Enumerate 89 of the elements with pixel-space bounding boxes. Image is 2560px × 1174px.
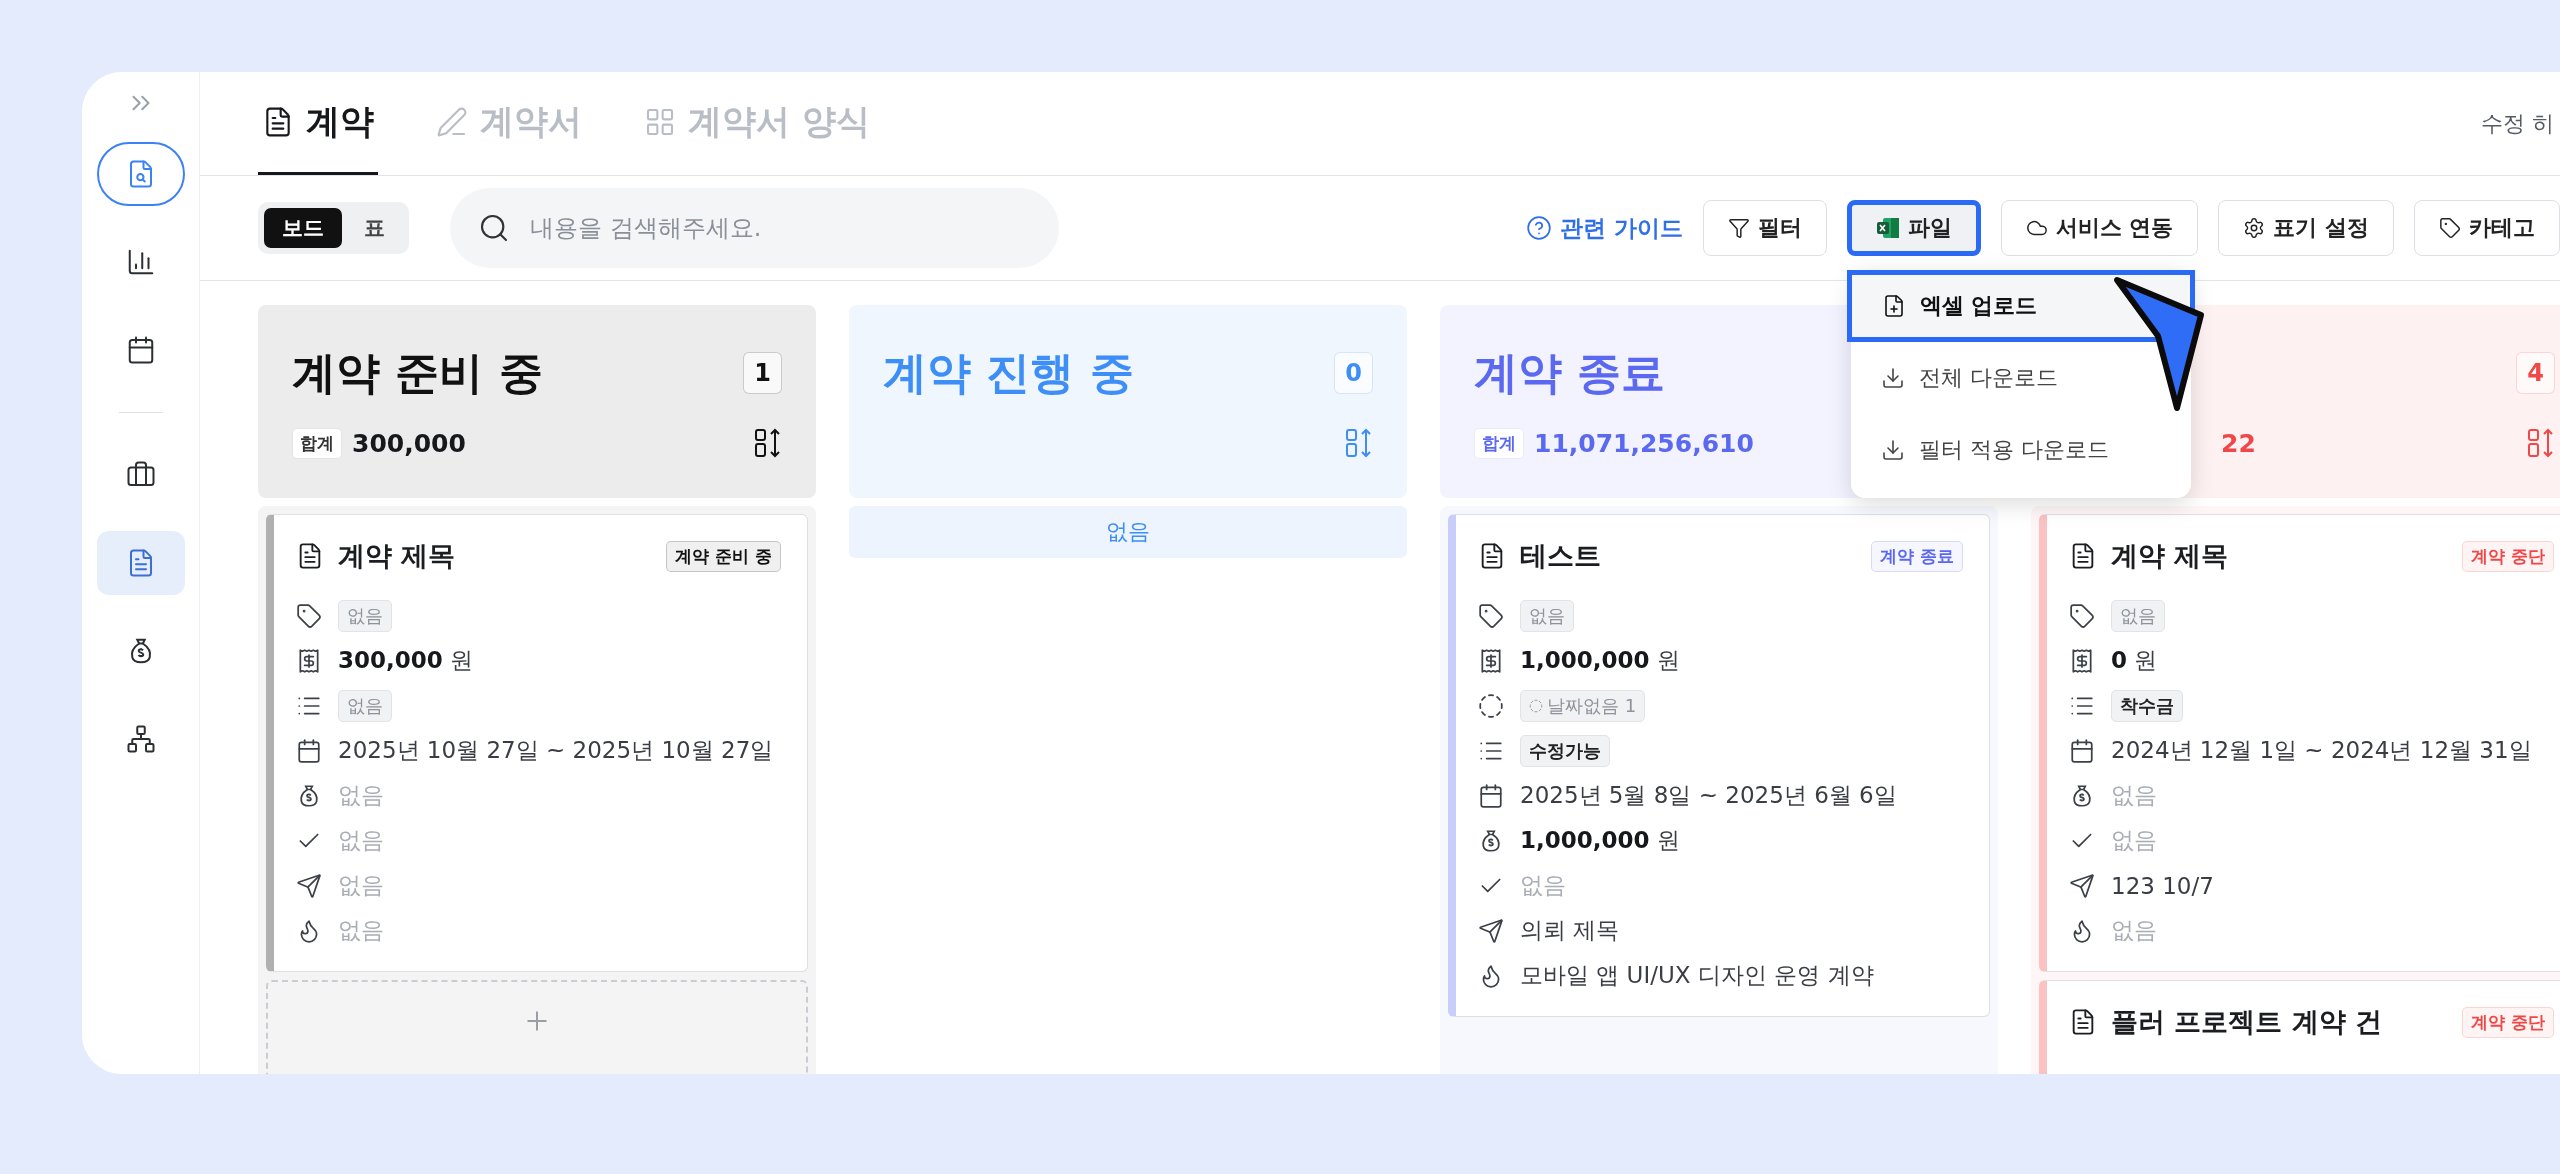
empty-column-note: 없음 [849,506,1407,558]
field-value: 300,000 원 [338,646,474,675]
column-title: 계약 준비 중 [292,345,543,400]
card-title: 플러 프로젝트 계약 건 [2111,1005,2383,1039]
field-value: 2025년 5월 8일 ~ 2025년 6월 6일 [1520,781,1897,810]
edit-history-link[interactable]: 수정 히 [2481,108,2560,139]
field-value: 없음 [2111,826,2157,855]
menu-item[interactable]: 전체 다운로드 [1850,342,2191,414]
contract-card[interactable]: 계약 제목 계약 중단 없음 0 원 착수금 2024년 12월 1일 ~ 2024년 12월 31일 없음 없음 123 10/7 없음 [2039,514,2560,972]
search-field[interactable]: 내용을 검색해주세요. [528,213,1031,243]
search-icon [478,212,510,244]
field-value: 없음 [1520,871,1566,900]
receipt-icon [1478,647,1504,674]
count-badge: 0 [1334,352,1373,394]
toolbar-button[interactable]: 필터 [1702,200,1827,256]
sum-label: 합계 [1474,427,1524,459]
view-option[interactable]: 표 [346,208,403,248]
field-value: 1,000,000 원 [1520,826,1680,855]
field-value: 없음 [338,826,384,855]
view-option[interactable]: 보드 [264,208,342,248]
receipt-icon [296,647,322,674]
status-tag: 계약 중단 [2462,1006,2554,1038]
contract-card[interactable]: 플러 프로젝트 계약 건 계약 중단 [2039,980,2560,1074]
count-badge: 4 [2516,352,2555,394]
calendar-icon [1478,782,1504,809]
menu-item[interactable]: 필터 적용 다운로드 [1850,414,2191,486]
layout-icon [644,106,676,138]
card-title: 테스트 [1520,539,1601,573]
send-icon [2069,872,2095,899]
field-value: 모바일 앱 UI/UX 디자인 운영 계약 [1520,961,1874,990]
field-value: 없음 [338,781,384,810]
dashed-circle-icon [1529,698,1543,713]
field-value: 123 10/7 [2111,872,2214,899]
send-icon [296,872,322,899]
network-icon [125,724,156,754]
value-chip: 날짜없음 1 [1520,689,1646,722]
field-value: 없음 [338,916,384,945]
menu-item[interactable]: 엑셀 업로드 [1846,270,2195,342]
guide-link[interactable]: 관련 가이드 [1525,212,1683,244]
tab[interactable]: 계약 [258,72,378,175]
sum-amount: 300,000 [352,428,466,458]
download-icon [1880,366,1905,390]
status-tag: 계약 종료 [1871,540,1963,572]
value-chip: 없음 [2111,599,2165,632]
calendar-icon [296,737,322,764]
status-tag: 계약 준비 중 [666,540,781,572]
calendar-icon [2069,737,2095,764]
field-value: 2025년 10월 27일 ~ 2025년 10월 27일 [338,736,774,765]
dashed-circle-icon [1478,692,1504,719]
card-title: 계약 제목 [2111,539,2229,573]
card-title: 계약 제목 [338,539,456,573]
column-title: 계약 종료 [1474,345,1666,400]
settings-icon [2243,217,2266,239]
value-chip: 없음 [1520,599,1574,632]
send-icon [1478,917,1504,944]
field-value: 없음 [2111,916,2157,945]
download-icon [1880,438,1905,462]
receipt-icon [2069,647,2095,674]
value-chip: 없음 [338,689,392,722]
field-value: 의뢰 제목 [1520,916,1620,945]
help-icon [1525,215,1552,241]
filter-icon [1727,217,1750,239]
status-tag: 계약 중단 [2462,540,2554,572]
sum-amount: 22 [2221,428,2256,458]
value-chip: 착수금 [2111,689,2183,722]
sum-amount: 11,071,256,610 [1534,428,1754,458]
toolbar-button[interactable]: 표기 설정 [2218,200,2394,256]
value-chip: 없음 [338,599,392,632]
field-value: 2024년 12월 1일 ~ 2024년 12월 31일 [2111,736,2532,765]
field-value: 없음 [2111,781,2157,810]
tag-icon [1478,602,1504,629]
count-badge: 1 [743,352,782,394]
sum-label: 합계 [292,427,342,459]
toolbar-button[interactable]: 파일 [1846,200,1981,256]
field-value: 없음 [338,871,384,900]
contract-card[interactable]: 테스트 계약 종료 없음 1,000,000 원 날짜없음 1 수정가능 2025년 5월 8일 ~ 2025년 6월 6일 1,000,000 원 없음 의뢰 제목 모바일 앱 UI/UX 디자인 운영 계약 [1448,514,1990,1017]
search-box[interactable]: 내용을 검색해주세요. [450,188,1059,268]
field-value: 0 원 [2111,646,2158,675]
toolbar-button[interactable]: 서비스 연동 [2000,200,2199,256]
toolbar-button[interactable]: 카테고 [2414,200,2560,256]
tag-icon [296,602,322,629]
contract-card[interactable]: 계약 제목 계약 준비 중 없음 300,000 원 없음 2025년 10월 27일 ~ 2025년 10월 27일 없음 없음 없음 없음 [266,514,808,972]
tag-icon [2069,602,2095,629]
field-value: 1,000,000 원 [1520,646,1680,675]
tag-icon [2439,217,2461,239]
column-title: 계약 진행 중 [883,345,1134,400]
value-chip: 수정가능 [1520,734,1610,767]
pen-icon [436,106,468,138]
spreadsheet-icon [1875,217,1900,239]
